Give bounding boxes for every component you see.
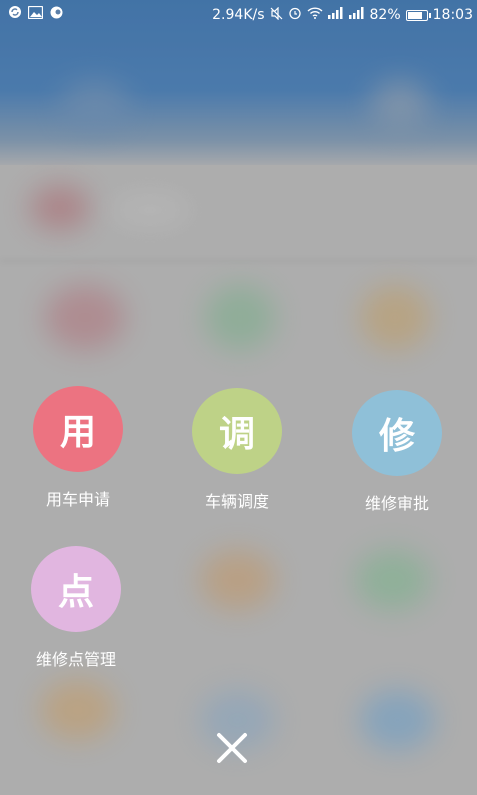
menu-item-label: 维修审批	[364, 494, 429, 513]
menu-item-repair-point-management[interactable]: 点 维修点管理	[6, 546, 146, 670]
cloud-icon	[49, 6, 64, 23]
alarm-icon	[288, 6, 302, 24]
mute-icon	[270, 6, 283, 24]
image-icon	[27, 5, 44, 23]
vehicle-dispatch-button[interactable]: 调	[192, 388, 282, 474]
status-right: 2.94K/s 82% 18:03	[212, 6, 473, 24]
menu-item-label: 维修点管理	[35, 650, 116, 669]
clock: 18:03	[432, 7, 473, 23]
network-speed: 2.94K/s	[212, 7, 265, 23]
close-icon	[217, 733, 247, 763]
wifi-icon	[307, 7, 323, 23]
repair-point-management-button[interactable]: 点	[31, 546, 121, 632]
battery-percent: 82%	[369, 7, 401, 23]
repair-approval-button[interactable]: 修	[352, 390, 442, 476]
menu-item-repair-approval[interactable]: 修 维修审批	[327, 390, 467, 514]
menu-item-label: 车辆调度	[204, 492, 269, 511]
screen: 2.94K/s 82% 18:03 用 用车申请 调 车辆调度 修 维修审批 点…	[0, 0, 477, 795]
status-left	[8, 5, 64, 23]
signal-icon	[348, 7, 365, 23]
battery-fill	[407, 11, 422, 19]
battery-icon	[405, 9, 431, 21]
status-bar: 2.94K/s 82% 18:03	[0, 0, 477, 30]
menu-item-vehicle-request[interactable]: 用 用车申请	[8, 386, 148, 510]
signal-icon	[327, 7, 344, 23]
menu-item-vehicle-dispatch[interactable]: 调 车辆调度	[167, 388, 307, 512]
sync-icon	[8, 5, 22, 23]
close-button[interactable]	[210, 726, 254, 770]
menu-item-label: 用车申请	[45, 490, 110, 509]
vehicle-request-button[interactable]: 用	[33, 386, 123, 472]
